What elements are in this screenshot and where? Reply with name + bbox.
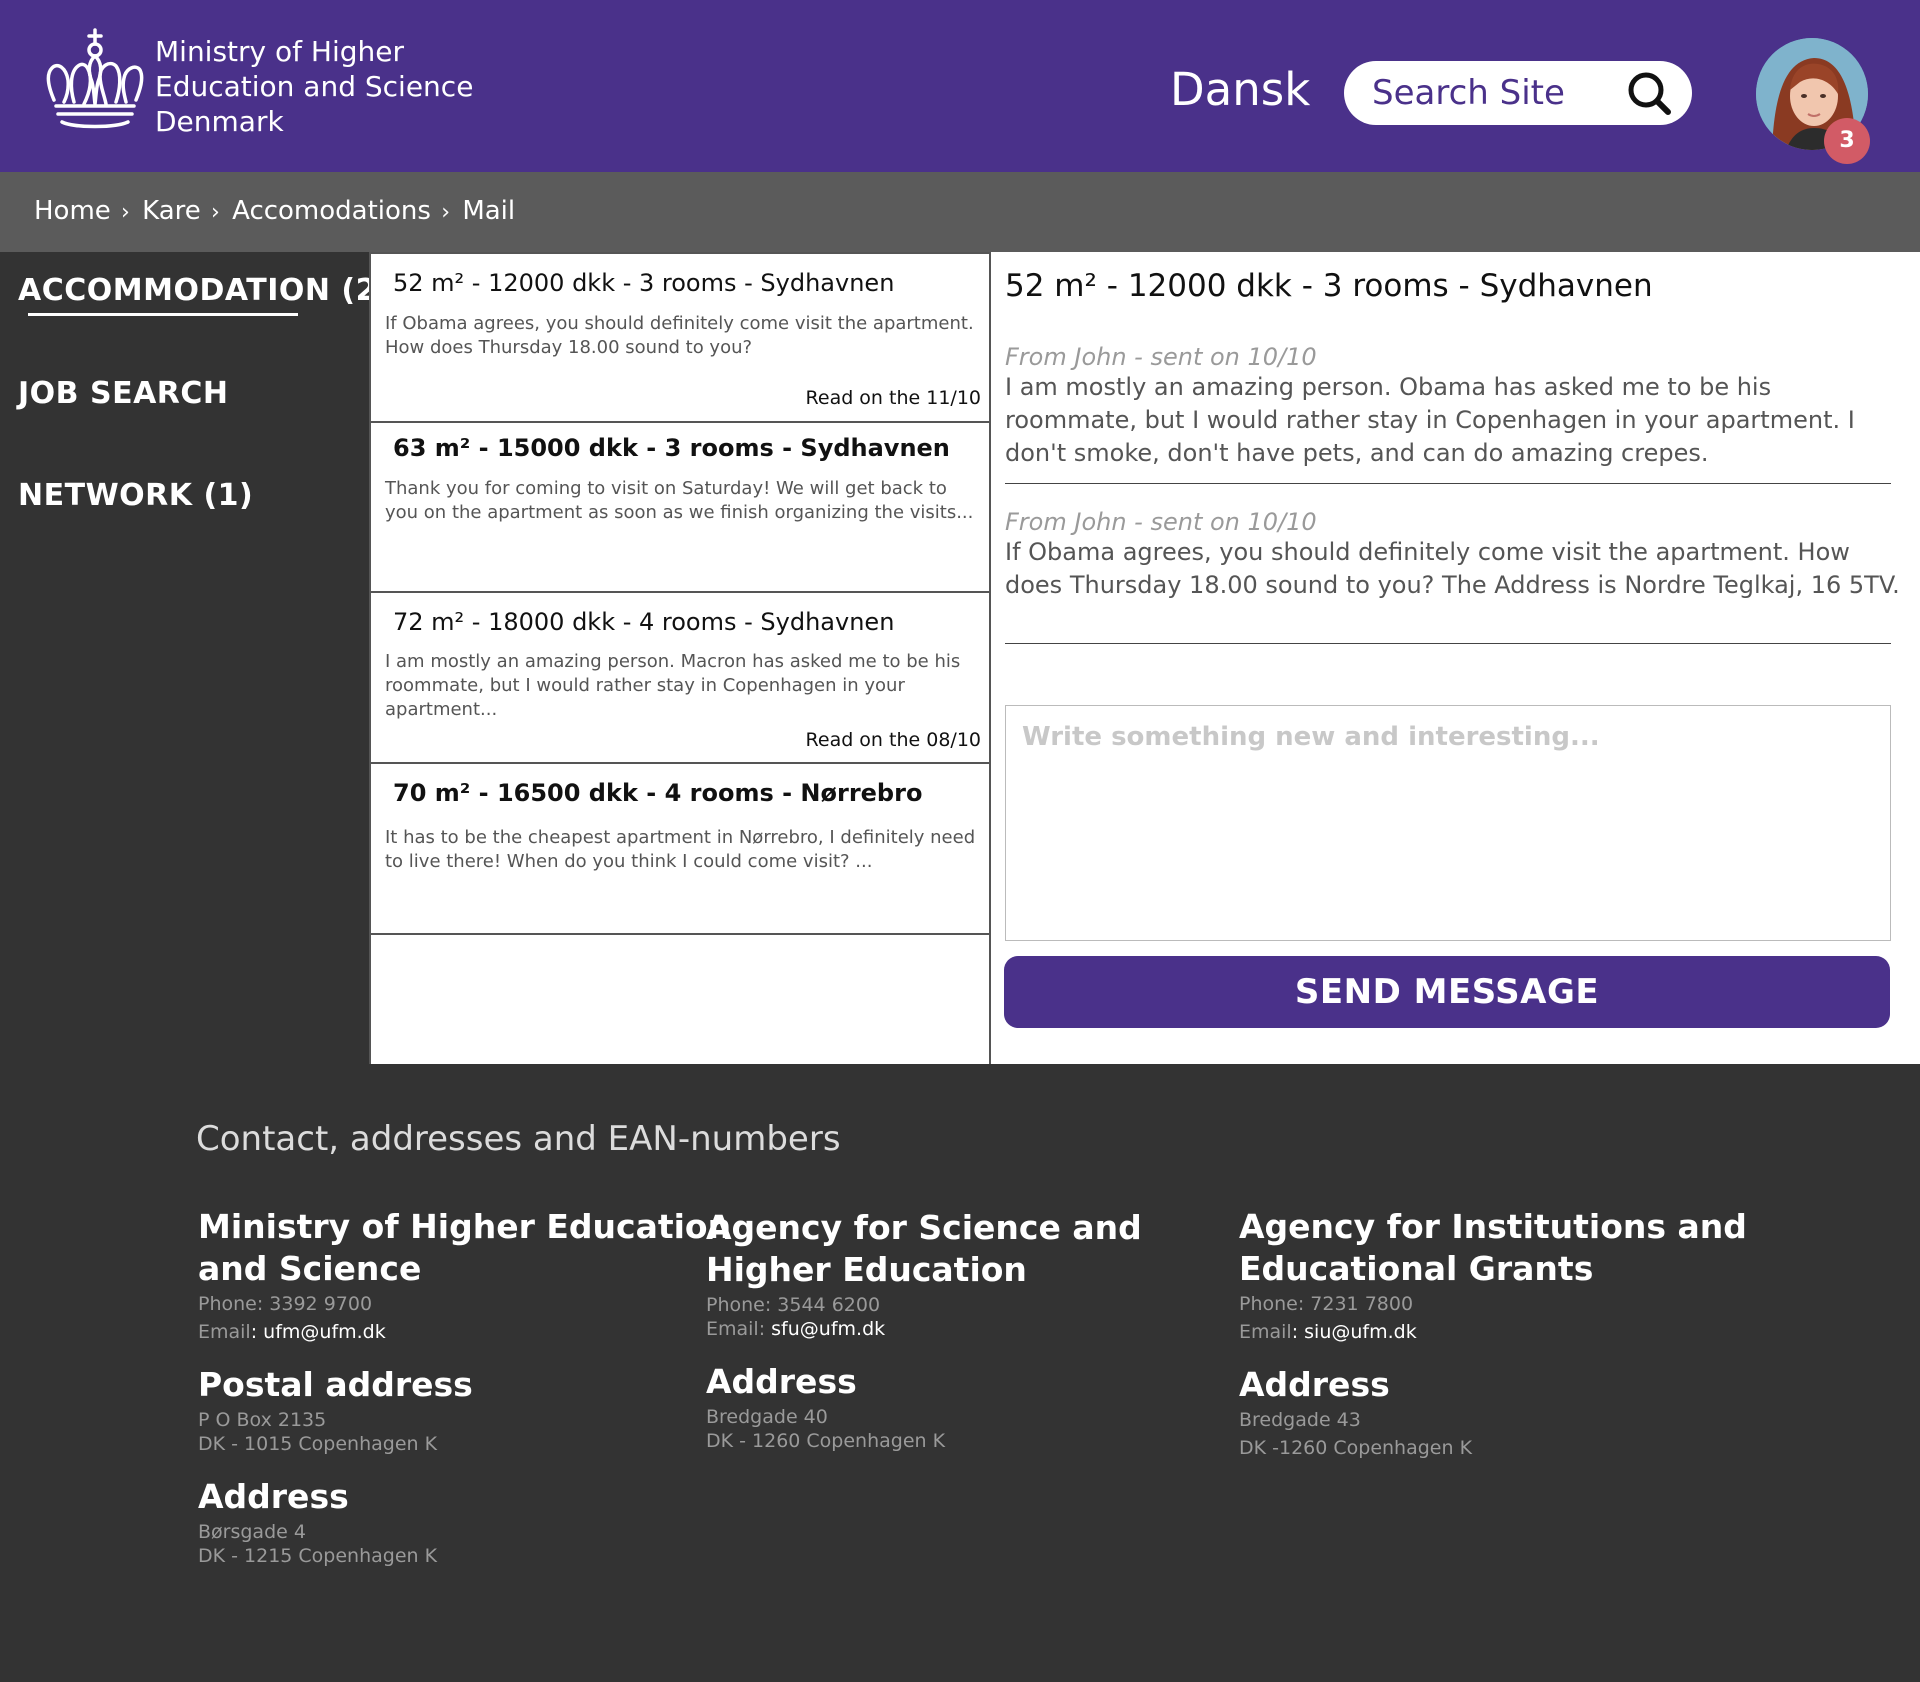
message-list-item[interactable]: 52 m² - 12000 dkk - 3 rooms - Sydhavnen …	[371, 252, 991, 423]
footer-address-line: DK - 1260 Copenhagen K	[706, 1430, 946, 1452]
message-item-title: 63 m² - 15000 dkk - 3 rooms - Sydhavnen	[393, 434, 950, 462]
message-text: If Obama agrees, you should definitely c…	[1005, 538, 1900, 599]
chevron-right-icon: ›	[441, 200, 451, 225]
breadcrumb-home[interactable]: Home	[34, 194, 111, 228]
message-item-preview: Thank you for coming to visit on Saturda…	[385, 478, 974, 523]
ministry-name-line: Ministry of Higher	[155, 35, 404, 68]
message-meta: From John - sent on 10/10	[1005, 343, 1317, 371]
footer-email-link[interactable]: sfu@ufm.dk	[771, 1318, 885, 1340]
footer-phone-number: 3544 6200	[777, 1294, 881, 1316]
footer-section-title: Address	[198, 1477, 349, 1516]
message-item-preview: If Obama agrees, you should definitely c…	[385, 313, 974, 358]
message-item-title: 72 m² - 18000 dkk - 4 rooms - Sydhavnen	[393, 608, 895, 636]
footer-column-agency-institutions: Agency for Institutions and Educational …	[1239, 1206, 1747, 1462]
footer-phone-label: Phone:	[706, 1294, 778, 1316]
notification-badge[interactable]: 3	[1824, 118, 1870, 164]
message-item-read-status: Read on the 08/10	[805, 729, 981, 751]
footer-email: Email: sfu@ufm.dk	[706, 1315, 1142, 1343]
ministry-name-line: Denmark	[155, 105, 284, 138]
search-box[interactable]: Search Site	[1344, 61, 1692, 125]
sidebar-item-job-search[interactable]: JOB SEARCH	[18, 375, 229, 413]
search-icon[interactable]	[1626, 70, 1672, 116]
crown-logo-icon[interactable]	[44, 28, 146, 132]
footer-email: Email: siu@ufm.dk	[1239, 1318, 1747, 1346]
message-item-preview: I am mostly an amazing person. Macron ha…	[385, 651, 961, 720]
compose-message-input[interactable]	[1005, 705, 1891, 941]
message-item-read-status: Read on the 11/10	[805, 387, 981, 409]
footer-org-name-line: Agency for Science and	[706, 1208, 1142, 1247]
footer-org-name: Agency for Institutions and Educational …	[1239, 1206, 1747, 1290]
chevron-right-icon: ›	[121, 200, 130, 225]
ministry-name[interactable]: Ministry of Higher Education and Science…	[155, 34, 473, 139]
active-tab-underline	[28, 313, 298, 316]
breadcrumb-bar: Home › Kare › Accomodations › Mail	[0, 172, 1920, 252]
footer-email-link[interactable]: : ufm@ufm.dk	[251, 1321, 386, 1343]
footer-phone: Phone: 7231 7800	[1239, 1290, 1747, 1318]
sidebar-item-accommodation[interactable]: ACCOMMODATION (2)	[18, 272, 391, 310]
footer-email-label: Email:	[706, 1318, 772, 1340]
footer-email-link[interactable]: : siu@ufm.dk	[1292, 1321, 1417, 1343]
message-divider	[1005, 643, 1891, 644]
footer-column-ministry: Ministry of Higher Education and Science…	[198, 1206, 731, 1570]
footer-phone: Phone: 3392 9700	[198, 1290, 731, 1318]
footer-phone-label: Phone:	[1239, 1293, 1311, 1315]
message-meta: From John - sent on 10/10	[1005, 508, 1317, 536]
message-detail: 52 m² - 12000 dkk - 3 rooms - Sydhavnen …	[989, 252, 1920, 1064]
footer-org-name-line: Educational Grants	[1239, 1249, 1594, 1288]
footer-org-name-line: Agency for Institutions and	[1239, 1207, 1747, 1246]
footer-org-name-line: Higher Education	[706, 1250, 1027, 1289]
footer-email: Email: ufm@ufm.dk	[198, 1318, 731, 1346]
site-header: Ministry of Higher Education and Science…	[0, 0, 1920, 172]
breadcrumb-mail[interactable]: Mail	[462, 194, 515, 228]
message-list-item[interactable]: 63 m² - 15000 dkk - 3 rooms - Sydhavnen …	[371, 423, 991, 593]
ministry-name-line: Education and Science	[155, 70, 474, 103]
footer-section-title: Address	[706, 1362, 857, 1401]
footer-section-title: Address	[1239, 1365, 1390, 1404]
footer-section-title: Postal address	[198, 1365, 473, 1404]
footer-address-line: DK - 1015 Copenhagen K	[198, 1433, 438, 1455]
footer-phone-label: Phone:	[198, 1293, 270, 1315]
footer-org-name: Agency for Science and Higher Education	[706, 1207, 1142, 1291]
message-divider	[1005, 483, 1891, 484]
message-list-item[interactable]: 72 m² - 18000 dkk - 4 rooms - Sydhavnen …	[371, 593, 991, 764]
footer-org-name-line: Ministry of Higher Education	[198, 1207, 732, 1246]
conversation-title: 52 m² - 12000 dkk - 3 rooms - Sydhavnen	[1005, 268, 1653, 304]
message-list-item[interactable]: 70 m² - 16500 dkk - 4 rooms - Nørrebro I…	[371, 764, 991, 935]
message-item-title: 52 m² - 12000 dkk - 3 rooms - Sydhavnen	[393, 269, 895, 297]
footer-email-label: Email	[1239, 1321, 1292, 1343]
footer-phone-number: 3392 9700	[269, 1293, 373, 1315]
breadcrumb: Home › Kare › Accomodations › Mail	[34, 194, 515, 230]
footer-email-label: Email	[198, 1321, 251, 1343]
search-input[interactable]: Search Site	[1372, 71, 1565, 115]
breadcrumb-kare[interactable]: Kare	[142, 194, 201, 228]
message-list: 52 m² - 12000 dkk - 3 rooms - Sydhavnen …	[369, 252, 991, 1064]
footer-address-line: Bredgade 43	[1239, 1409, 1361, 1431]
chevron-right-icon: ›	[211, 200, 220, 225]
message-item-preview: It has to be the cheapest apartment in N…	[385, 827, 976, 872]
language-toggle-link[interactable]: Dansk	[1170, 62, 1310, 118]
footer-phone-number: 7231 7800	[1310, 1293, 1414, 1315]
footer-column-agency-science: Agency for Science and Higher Education …	[706, 1207, 1142, 1455]
footer-address-line: DK -1260 Copenhagen K	[1239, 1437, 1473, 1459]
footer-address-line: DK - 1215 Copenhagen K	[198, 1545, 438, 1567]
footer-org-name: Ministry of Higher Education and Science	[198, 1206, 731, 1290]
footer-org-name-line: and Science	[198, 1249, 422, 1288]
footer-heading: Contact, addresses and EAN-numbers	[196, 1119, 841, 1159]
send-message-button[interactable]: SEND MESSAGE	[1004, 956, 1890, 1028]
sidebar-item-network[interactable]: NETWORK (1)	[18, 477, 253, 515]
message-item-title: 70 m² - 16500 dkk - 4 rooms - Nørrebro	[393, 779, 923, 807]
sidebar: ACCOMMODATION (2) JOB SEARCH NETWORK (1)	[0, 252, 391, 1064]
site-footer: Contact, addresses and EAN-numbers Minis…	[0, 1064, 1920, 1682]
breadcrumb-accomodations[interactable]: Accomodations	[232, 194, 431, 228]
message-text: I am mostly an amazing person. Obama has…	[1005, 373, 1855, 467]
